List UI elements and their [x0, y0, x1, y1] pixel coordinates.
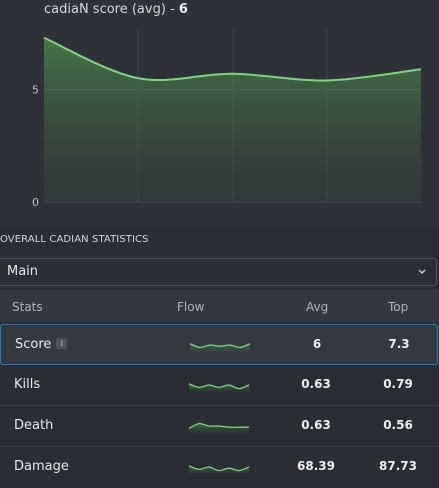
table-row-death[interactable]: Death 0.63 0.56 [0, 406, 439, 447]
stat-avg: 6 [312, 337, 322, 351]
stats-table-header: Stats Flow Avg Top [0, 290, 439, 322]
table-row-score[interactable]: Score i 6 7.3 [0, 324, 438, 365]
stats-section-caption: OVERALL CADIAN STATISTICS [0, 234, 149, 245]
stat-avg: 68.39 [297, 459, 335, 473]
sparkline-line [188, 465, 250, 472]
flow-sparkline [189, 343, 251, 352]
score-chart: 05 [32, 30, 422, 209]
flow-sparkline [188, 465, 250, 474]
sparkline-line [188, 383, 250, 390]
info-icon[interactable]: i [56, 338, 68, 349]
table-row-damage[interactable]: Damage 68.39 87.73 [0, 447, 439, 488]
chart-y-tick-label: 5 [32, 84, 39, 97]
flow-sparkline [188, 383, 250, 392]
stat-name: Damage [14, 459, 69, 474]
chevron-down-icon [418, 269, 426, 275]
column-header-avg: Avg [306, 300, 329, 314]
sparkline-area [189, 423, 249, 433]
stat-avg: 0.63 [301, 418, 331, 432]
mode-select[interactable]: Main [0, 258, 437, 286]
stat-top: 0.56 [383, 418, 413, 432]
score-chart-panel: 05 cadiaN score (avg) - 6 [0, 0, 439, 228]
chart-title-value: 6 [178, 2, 188, 17]
chart-title-sep: - [170, 2, 175, 17]
chart-y-tick-label: 0 [32, 196, 39, 209]
column-header-stats: Stats [12, 300, 43, 314]
chart-title: cadiaN score (avg) - 6 [44, 2, 188, 17]
stat-top: 87.73 [379, 459, 417, 473]
stat-name: Score i [15, 337, 68, 352]
flow-sparkline [188, 422, 249, 433]
stat-top: 7.3 [388, 337, 410, 351]
stat-top: 0.79 [383, 377, 413, 391]
mode-select-value: Main [7, 264, 39, 279]
stat-name: Kills [14, 377, 41, 392]
chart-title-text: cadiaN score (avg) [44, 2, 166, 17]
column-header-flow: Flow [177, 300, 205, 314]
table-row-kills[interactable]: Kills 0.63 0.79 [0, 365, 439, 406]
stat-avg: 0.63 [301, 377, 331, 391]
stat-name: Death [14, 418, 54, 433]
column-header-top: Top [388, 300, 409, 314]
